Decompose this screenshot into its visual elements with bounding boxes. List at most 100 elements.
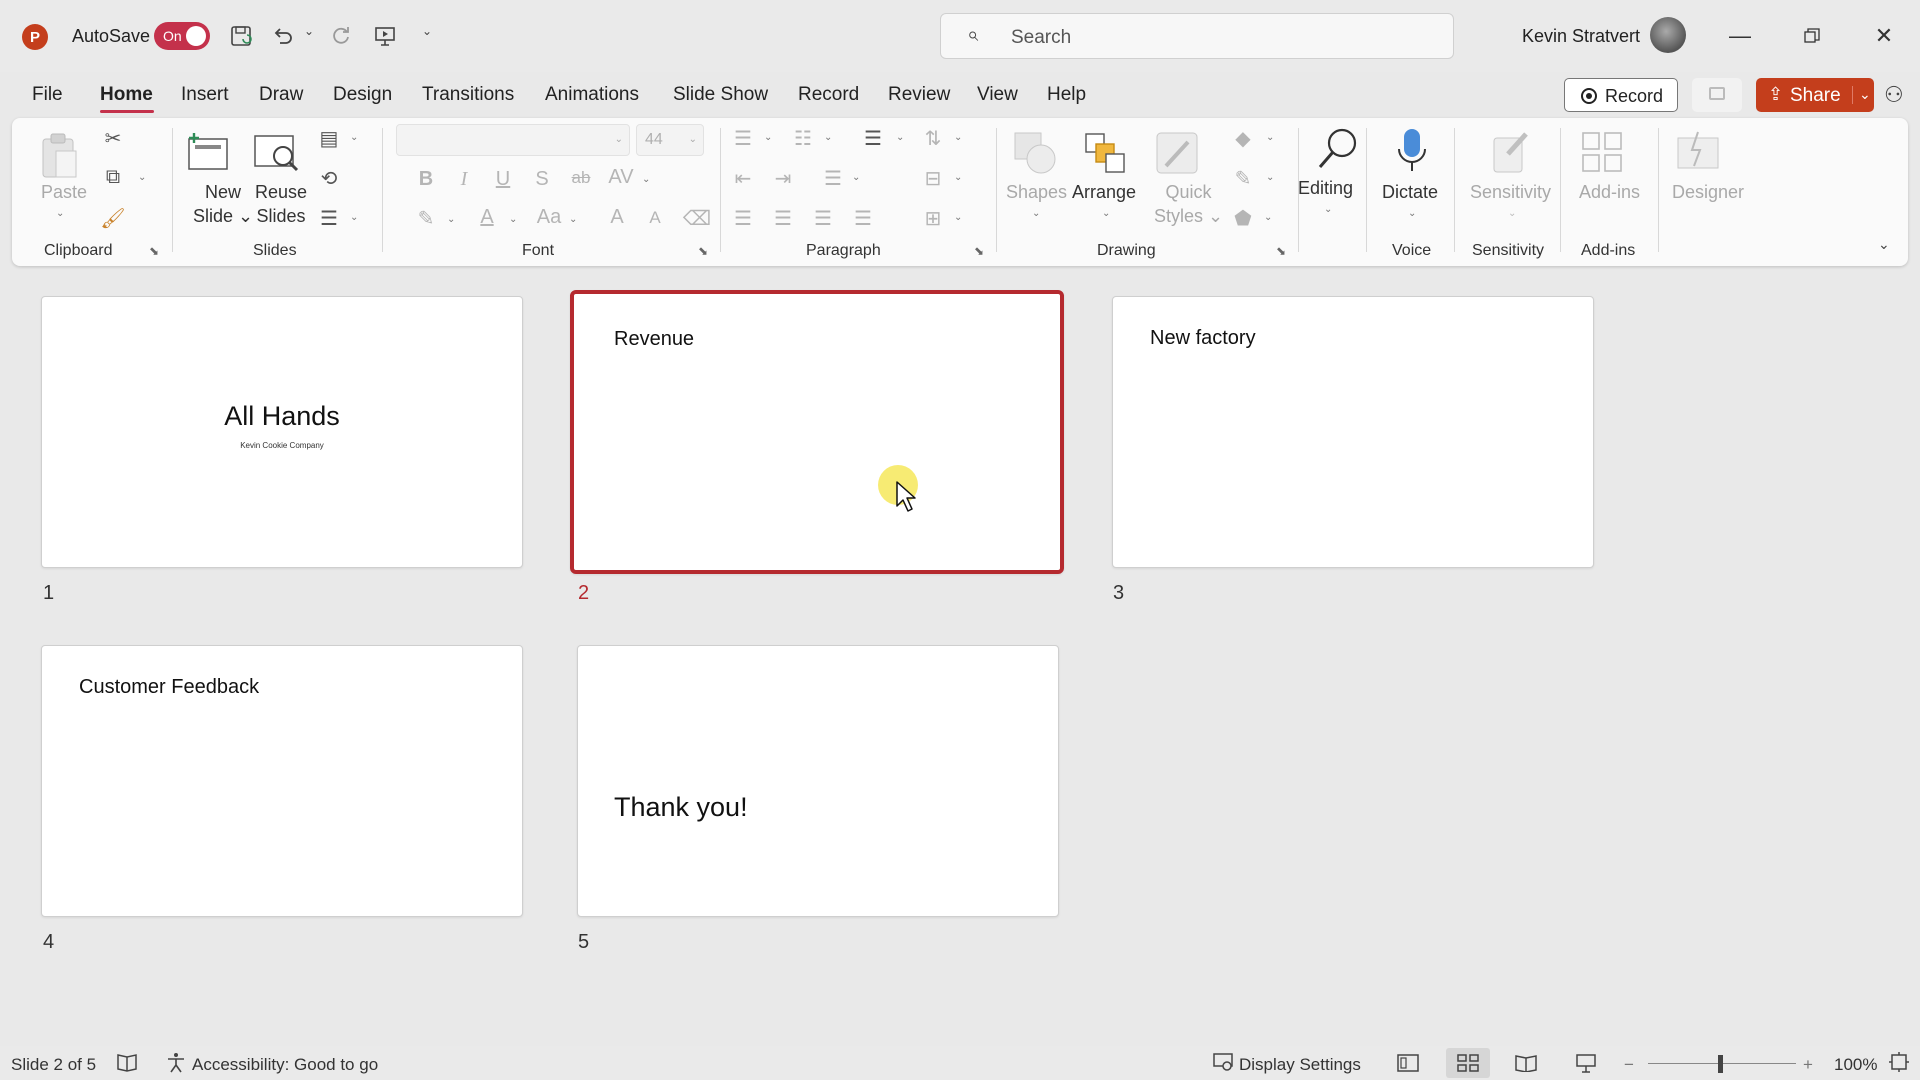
paste-icon[interactable] (40, 130, 80, 182)
shrink-font-icon[interactable]: A (640, 208, 670, 228)
increase-indent-icon[interactable]: ⇥ (768, 166, 798, 191)
designer-icon[interactable] (1672, 128, 1724, 176)
display-settings-icon[interactable] (1212, 1051, 1234, 1079)
microphone-icon[interactable] (1390, 126, 1434, 176)
slide-thumbnail-3[interactable]: New factory (1112, 296, 1594, 568)
numbering-icon[interactable]: ☷ (788, 126, 818, 151)
display-settings-label[interactable]: Display Settings (1239, 1055, 1361, 1075)
columns-icon[interactable]: ☰ (818, 166, 848, 191)
highlight-icon[interactable]: ✎ (411, 206, 441, 231)
new-slide-label[interactable]: New Slide ⌄ (193, 180, 253, 228)
sensitivity-dropdown-icon[interactable]: ⌄ (1508, 208, 1516, 219)
bullets-icon[interactable]: ☰ (728, 126, 758, 151)
align-center-icon[interactable]: ☰ (768, 206, 798, 231)
smartart-dropdown-icon[interactable]: ⌄ (954, 212, 962, 223)
search-input[interactable]: ⌕ Search (940, 13, 1454, 59)
font-size-combo[interactable]: 44 ⌄ (636, 124, 704, 156)
avatar[interactable] (1650, 17, 1686, 53)
decrease-indent-icon[interactable]: ⇤ (728, 166, 758, 191)
tab-design[interactable]: Design (333, 84, 392, 106)
font-name-dropdown-icon[interactable]: ⌄ (615, 134, 623, 145)
new-slide-icon[interactable] (184, 130, 232, 174)
layout-dropdown-icon[interactable]: ⌄ (350, 132, 358, 143)
slide-thumbnail-5[interactable]: Thank you! (577, 645, 1059, 917)
shapes-dropdown-icon[interactable]: ⌄ (1032, 208, 1040, 219)
reset-slide-icon[interactable]: ⟲ (314, 166, 344, 191)
copy-dropdown-icon[interactable]: ⌄ (138, 172, 146, 183)
slide-position[interactable]: Slide 2 of 5 (11, 1055, 96, 1075)
format-painter-icon[interactable]: 🖌 (98, 206, 128, 231)
dictate-dropdown-icon[interactable]: ⌄ (1408, 208, 1416, 219)
minimize-icon[interactable]: — (1720, 16, 1760, 56)
line-spacing-dropdown-icon[interactable]: ⌄ (896, 132, 904, 143)
normal-view-icon[interactable] (1386, 1048, 1430, 1078)
autosave-toggle[interactable]: On (154, 22, 210, 50)
tab-view[interactable]: View (977, 84, 1018, 106)
font-name-combo[interactable]: ⌄ (396, 124, 630, 156)
present-from-start-icon[interactable] (370, 20, 400, 52)
shape-effects-icon[interactable]: ⬟ (1228, 206, 1258, 231)
sensitivity-icon[interactable] (1488, 126, 1536, 176)
designer-label[interactable]: Designer (1672, 182, 1744, 203)
add-ins-icon[interactable] (1578, 128, 1626, 176)
reuse-slides-label[interactable]: Reuse Slides (255, 180, 307, 228)
tab-animations[interactable]: Animations (545, 84, 639, 106)
share-button[interactable]: ⇪ Share ⌄ (1756, 78, 1874, 112)
underline-icon[interactable]: U (488, 168, 518, 191)
smartart-icon[interactable]: ⊞ (918, 206, 948, 231)
shapes-icon[interactable] (1010, 128, 1060, 178)
accessibility-status[interactable]: Accessibility: Good to go (192, 1055, 378, 1075)
quick-styles-label[interactable]: Quick Styles ⌄ (1154, 180, 1223, 228)
italic-icon[interactable]: I (449, 168, 479, 191)
editing-label[interactable]: Editing (1298, 178, 1353, 199)
tab-insert[interactable]: Insert (181, 84, 229, 106)
save-icon[interactable] (226, 20, 256, 52)
zoom-level[interactable]: 100% (1834, 1055, 1877, 1075)
add-ins-label[interactable]: Add-ins (1579, 182, 1640, 203)
paste-dropdown-icon[interactable]: ⌄ (56, 208, 64, 219)
collapse-ribbon-icon[interactable]: ⌄ (1878, 236, 1890, 253)
numbering-dropdown-icon[interactable]: ⌄ (824, 132, 832, 143)
sensitivity-label[interactable]: Sensitivity (1470, 182, 1551, 203)
shapes-label[interactable]: Shapes (1006, 182, 1067, 203)
copy-icon[interactable]: ⧉ (98, 166, 128, 189)
align-left-icon[interactable]: ☰ (728, 206, 758, 231)
bold-icon[interactable]: B (411, 168, 441, 191)
line-spacing-icon[interactable]: ☰ (858, 126, 888, 151)
accessibility-icon[interactable] (165, 1051, 187, 1079)
editing-dropdown-icon[interactable]: ⌄ (1324, 204, 1332, 215)
section-icon[interactable]: ☰ (314, 206, 344, 231)
arrange-icon[interactable] (1080, 128, 1130, 178)
font-launcher-icon[interactable]: ⬊ (698, 244, 708, 258)
user-name[interactable]: Kevin Stratvert (1522, 26, 1640, 47)
slide-thumbnail-2[interactable]: Revenue (570, 290, 1064, 574)
tab-home[interactable]: Home (100, 84, 153, 106)
character-spacing-dropdown-icon[interactable]: ⌄ (642, 174, 650, 185)
text-shadow-icon[interactable]: S (527, 168, 557, 191)
zoom-slider-thumb[interactable] (1718, 1055, 1723, 1073)
layout-icon[interactable]: ▤ (314, 126, 344, 151)
comments-button[interactable] (1692, 78, 1742, 112)
tab-file[interactable]: File (32, 84, 63, 106)
arrange-dropdown-icon[interactable]: ⌄ (1102, 208, 1110, 219)
clear-formatting-icon[interactable]: ⌫ (682, 206, 712, 231)
arrange-label[interactable]: Arrange (1072, 182, 1136, 203)
slide-sorter-view-icon[interactable] (1446, 1048, 1490, 1078)
shape-outline-icon[interactable]: ✎ (1228, 166, 1258, 191)
tab-slide-show[interactable]: Slide Show (673, 84, 768, 106)
columns-dropdown-icon[interactable]: ⌄ (852, 172, 860, 183)
text-direction-icon[interactable]: ⇅ (918, 126, 948, 151)
drawing-launcher-icon[interactable]: ⬊ (1276, 244, 1286, 258)
tab-review[interactable]: Review (888, 84, 950, 106)
customize-qat-icon[interactable]: ⌄ (422, 24, 432, 38)
coauthoring-icon[interactable]: ⚇ (1884, 82, 1904, 108)
change-case-dropdown-icon[interactable]: ⌄ (569, 214, 577, 225)
slide-thumbnail-4[interactable]: Customer Feedback (41, 645, 523, 917)
undo-dropdown-icon[interactable]: ⌄ (304, 24, 314, 38)
dictate-label[interactable]: Dictate (1382, 182, 1438, 203)
character-spacing-icon[interactable]: AV (606, 166, 636, 189)
fit-to-window-icon[interactable] (1888, 1051, 1910, 1079)
bullets-dropdown-icon[interactable]: ⌄ (764, 132, 772, 143)
align-right-icon[interactable]: ☰ (808, 206, 838, 231)
font-color-dropdown-icon[interactable]: ⌄ (509, 214, 517, 225)
